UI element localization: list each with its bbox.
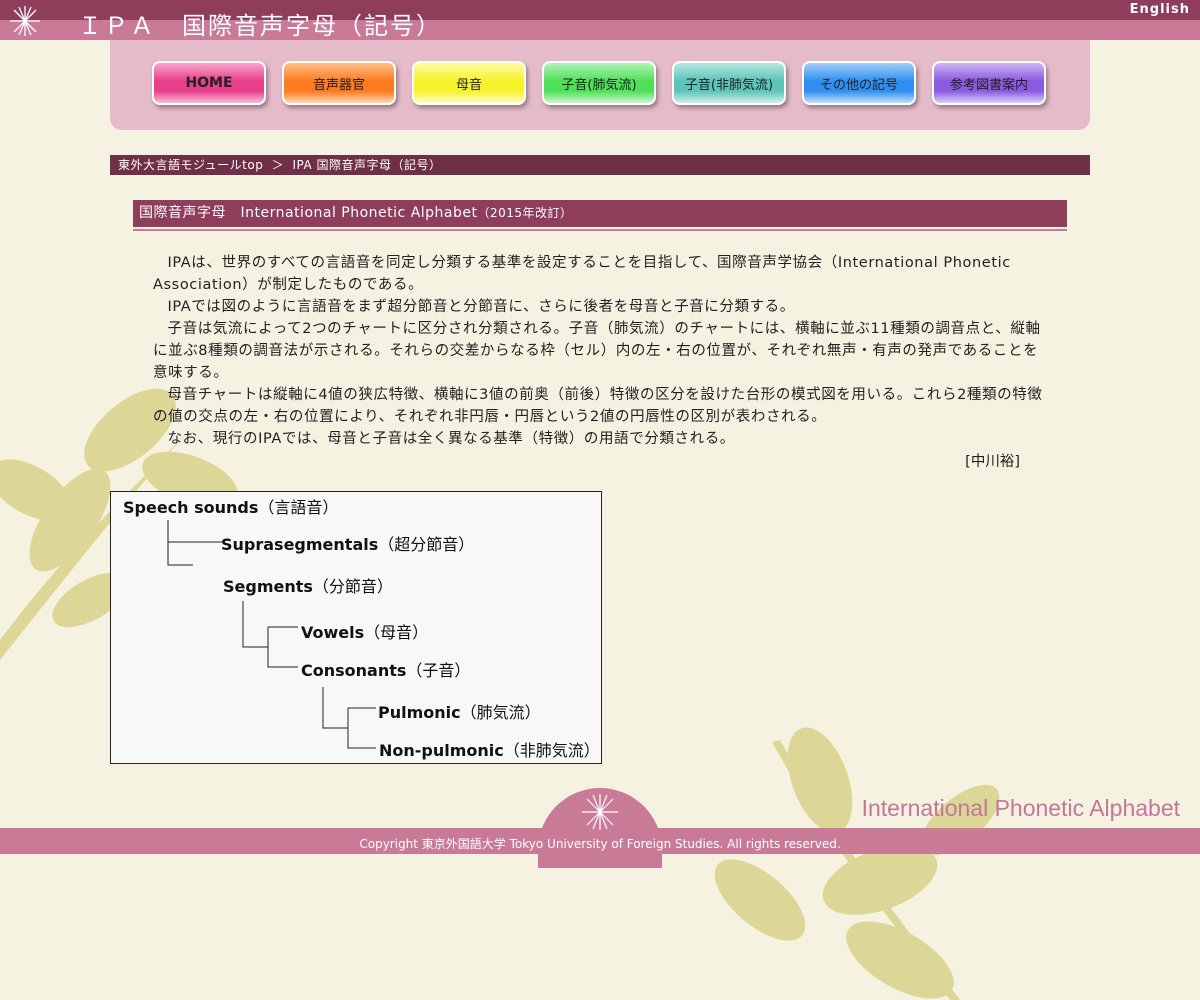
intro-paragraph: なお、現行のIPAでは、母音と子音は全く異なる基準（特徴）の用語で分類される。 <box>167 431 735 447</box>
nav-home-button[interactable]: HOME <box>152 61 266 105</box>
section-heading-title: 国際音声字母 International Phonetic Alphabet <box>139 205 478 221</box>
node-consonants: Consonants（子音） <box>301 657 470 681</box>
author-credit: [中川裕] <box>965 454 1020 470</box>
node-ja: （子音） <box>406 661 471 680</box>
node-ja: （超分節音） <box>378 535 475 554</box>
nav-panel: HOME 音声器官 母音 子音(肺気流) 子音(非肺気流) その他の記号 参考図… <box>110 40 1090 130</box>
breadcrumb-current: IPA 国際音声字母（記号） <box>292 158 442 172</box>
section-heading: 国際音声字母 International Phonetic Alphabet（2… <box>133 200 1067 227</box>
node-en: Pulmonic <box>378 703 461 722</box>
node-en: Consonants <box>301 661 407 680</box>
node-ja: （分節音） <box>312 577 393 596</box>
speech-sounds-tree-diagram: Speech sounds（言語音） Suprasegmentals（超分節音）… <box>110 491 602 764</box>
node-vowels: Vowels（母音） <box>301 619 428 643</box>
node-en: Segments <box>223 577 313 596</box>
node-en: Suprasegmentals <box>221 535 379 554</box>
nav-nonpulmonic-consonants-button[interactable]: 子音(非肺気流) <box>672 61 786 105</box>
header-bar: ＩＰＡ 国際音声字母（記号） English <box>0 0 1200 40</box>
node-suprasegmentals: Suprasegmentals（超分節音） <box>221 531 474 555</box>
intro-paragraph: 子音は気流によって2つのチャートに区分され分類される。子音（肺気流）のチャートに… <box>153 321 1041 381</box>
intro-paragraph: IPAは、世界のすべての言語音を同定し分類する基準を設定することを目指して、国際… <box>153 255 1011 293</box>
node-non-pulmonic: Non-pulmonic（非肺気流） <box>379 737 600 761</box>
footer-snowflake-star-icon <box>582 794 618 830</box>
node-speech-sounds: Speech sounds（言語音） <box>123 494 338 518</box>
intro-paragraph: 母音チャートは縦軸に4値の狭広特徴、横軸に3値の前奥（前後）特徴の区分を設けた台… <box>153 387 1043 425</box>
intro-paragraph: IPAでは図のように言語音をまず超分節音と分節音に、さらに後者を母音と子音に分類… <box>167 299 795 315</box>
intro-text: IPAは、世界のすべての言語音を同定し分類する基準を設定することを目指して、国際… <box>153 252 1043 450</box>
english-link[interactable]: English <box>1130 2 1190 17</box>
nav-vowels-button[interactable]: 母音 <box>412 61 526 105</box>
site-title: ＩＰＡ 国際音声字母（記号） <box>78 12 442 40</box>
node-segments: Segments（分節音） <box>223 573 393 597</box>
node-ja: （非肺気流） <box>503 741 600 760</box>
breadcrumb-root-link[interactable]: 東外大言語モジュールtop <box>118 158 263 172</box>
nav-other-symbols-button[interactable]: その他の記号 <box>802 61 916 105</box>
node-ja: （母音） <box>364 623 429 642</box>
breadcrumb: 東外大言語モジュールtop ＞ IPA 国際音声字母（記号） <box>110 155 1090 175</box>
node-en: Vowels <box>301 623 365 642</box>
nav-speech-organs-button[interactable]: 音声器官 <box>282 61 396 105</box>
copyright-text: Copyright 東京外国語大学 Tokyo University of Fo… <box>359 837 841 851</box>
footer-site-name: International Phonetic Alphabet <box>861 795 1180 821</box>
snowflake-star-icon <box>10 6 40 36</box>
nav-pulmonic-consonants-button[interactable]: 子音(肺気流) <box>542 61 656 105</box>
section-heading-note: （2015年改訂） <box>477 206 573 220</box>
breadcrumb-separator: ＞ <box>271 158 285 172</box>
node-ja: （言語音） <box>258 498 339 517</box>
node-pulmonic: Pulmonic（肺気流） <box>378 699 541 723</box>
nav-references-button[interactable]: 参考図書案内 <box>932 61 1046 105</box>
node-en: Non-pulmonic <box>379 741 504 760</box>
node-en: Speech sounds <box>123 498 259 517</box>
heading-underline <box>133 229 1067 231</box>
node-ja: （肺気流） <box>460 703 541 722</box>
